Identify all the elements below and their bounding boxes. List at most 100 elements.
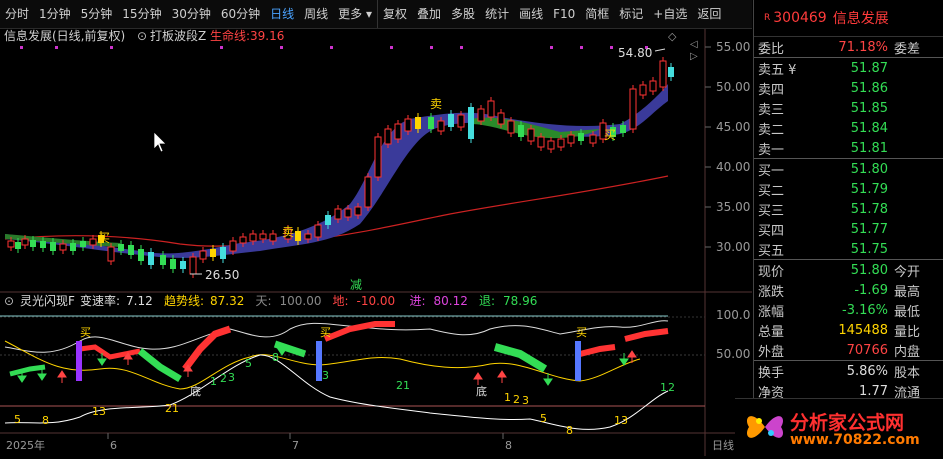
kline-chart-svg: 信息发展(日线,前复权) ⊙ 打板波段Z 生命线: 39.16 ◇ ◁ ▷ 55… — [0, 28, 752, 456]
quote-row-value: 5.86% — [846, 363, 888, 379]
candle — [70, 243, 76, 251]
dropdown-icon[interactable]: ⊙ — [4, 294, 14, 308]
candle — [547, 140, 555, 150]
arrow-icon[interactable]: ▷ — [690, 51, 698, 62]
quote-row-label: 卖二 — [758, 122, 785, 138]
x-axis-label: 日线 — [712, 438, 734, 452]
count-label: 8 — [566, 424, 573, 437]
candle — [15, 242, 21, 249]
quote-row-value: -3.16% — [842, 302, 888, 318]
quote-title: R 300469 信息发展 — [754, 0, 943, 37]
indicator-item-label: 天: — [256, 294, 272, 308]
toolbar-item-3[interactable]: 15分钟 — [117, 0, 166, 28]
r-badge: R — [764, 13, 771, 23]
dropdown-icon[interactable]: ⊙ — [137, 29, 147, 43]
count-label: 5 — [14, 413, 21, 426]
indicator-item-value: 100.00 — [280, 294, 322, 308]
indicator-item-value: 80.12 — [434, 294, 468, 308]
toolbar-item-15[interactable]: 简框 — [580, 0, 614, 28]
indicator-item-value: -10.00 — [357, 294, 396, 308]
signal-bar — [575, 341, 581, 381]
candle — [415, 117, 421, 129]
candle — [334, 208, 342, 220]
quote-row: 现价 51.80 今开 — [754, 260, 943, 280]
quote-row: 买四 51.77 — [754, 219, 943, 239]
diamond-icon[interactable]: ◇ — [668, 30, 677, 43]
toolbar-item-6[interactable]: 日线 — [265, 0, 299, 28]
quote-row-label: 买一 — [758, 163, 785, 179]
candle — [589, 134, 597, 144]
toolbar-item-9[interactable]: 复权 — [377, 0, 412, 28]
count-label: 2 — [668, 381, 675, 394]
indicator-name[interactable]: 打板波段Z — [150, 28, 206, 43]
candle — [629, 88, 637, 130]
quote-row-label2: 今开 — [894, 264, 921, 280]
toolbar-item-16[interactable]: 标记 — [614, 0, 648, 28]
toolbar-item-5[interactable]: 60分钟 — [216, 0, 265, 28]
candle — [21, 238, 29, 246]
quote-row-label: 买二 — [758, 183, 785, 199]
candle — [659, 60, 667, 88]
candle — [428, 117, 434, 129]
candle — [59, 243, 67, 251]
candle — [160, 255, 166, 265]
toolbar-item-2[interactable]: 5分钟 — [76, 0, 118, 28]
count-label: 1 — [210, 375, 217, 388]
buy-label: 买 — [604, 128, 616, 142]
toolbar-item-8[interactable]: 更多 ▾ — [333, 0, 377, 28]
toolbar-item-18[interactable]: 返回 — [692, 0, 726, 28]
quote-row-value: 51.84 — [850, 120, 888, 136]
x-axis-label: 2025年 — [6, 438, 45, 452]
count-label: 2 — [513, 393, 520, 406]
quote-row-label: 换手 — [758, 365, 785, 381]
chart-legend-name: 信息发展(日线,前复权) — [4, 29, 125, 43]
arrow-icon[interactable]: ◁ — [690, 39, 698, 50]
candle — [259, 233, 267, 240]
period-toolbar: 分时 1分钟 5分钟 15分钟 30分钟 60分钟 日线 周线 更多 ▾ 复权 叠加 多股 统计 画线 F1… — [0, 0, 752, 29]
toolbar-item-14[interactable]: F10 — [548, 0, 580, 28]
candle — [384, 128, 392, 145]
indicator-axis-50: 50.00 — [716, 347, 750, 361]
quote-row-label2: 股本 — [894, 365, 921, 381]
toolbar-item-11[interactable]: 多股 — [446, 0, 480, 28]
toolbar-item-17[interactable]: +自选 — [648, 0, 692, 28]
toolbar-item-0[interactable]: 分时 — [0, 0, 34, 28]
toolbar-item-13[interactable]: 画线 — [514, 0, 548, 28]
price-high-label: 54.80 — [618, 46, 652, 60]
quote-row-value: -1.69 — [854, 282, 888, 298]
signal-dots — [20, 46, 648, 49]
quote-row-label: 买五 — [758, 243, 785, 259]
butterfly-logo-icon — [746, 416, 784, 438]
chart-area[interactable]: 信息发展(日线,前复权) ⊙ 打板波段Z 生命线: 39.16 ◇ ◁ ▷ 55… — [0, 28, 752, 456]
indicator-item-label: 退: — [479, 294, 495, 308]
toolbar-item-10[interactable]: 叠加 — [412, 0, 446, 28]
quote-row-label: 总量 — [758, 324, 785, 340]
candle — [107, 246, 115, 262]
count-label: 5 — [245, 357, 252, 370]
toolbar-item-12[interactable]: 统计 — [480, 0, 514, 28]
toolbar-item-4[interactable]: 30分钟 — [167, 0, 216, 28]
candle — [50, 242, 56, 251]
bottom-label: 底 — [190, 384, 201, 398]
quote-row-value: 51.80 — [850, 262, 888, 278]
candle — [364, 176, 372, 208]
toolbar-item-7[interactable]: 周线 — [299, 0, 333, 28]
count-label: 8 — [42, 414, 49, 427]
price-axis-label: 55.00 — [716, 40, 750, 54]
quote-row: 外盘 70766 内盘 — [754, 340, 943, 360]
indicator-title[interactable]: 灵光闪现F — [20, 294, 75, 308]
candle — [477, 108, 485, 122]
candle — [354, 206, 362, 216]
toolbar-item-1[interactable]: 1分钟 — [34, 0, 76, 28]
candle — [537, 136, 545, 148]
candle — [148, 252, 154, 265]
candle — [89, 238, 97, 246]
count-label: 5 — [540, 412, 547, 425]
candle — [220, 247, 226, 259]
count-label: 3 — [522, 394, 529, 407]
quote-row: 卖一 51.81 — [754, 138, 943, 158]
candle — [138, 249, 144, 261]
quote-row-value: 51.80 — [850, 161, 888, 177]
price-low-label: 26.50 — [205, 268, 239, 282]
price-axis-label: 40.00 — [716, 160, 750, 174]
